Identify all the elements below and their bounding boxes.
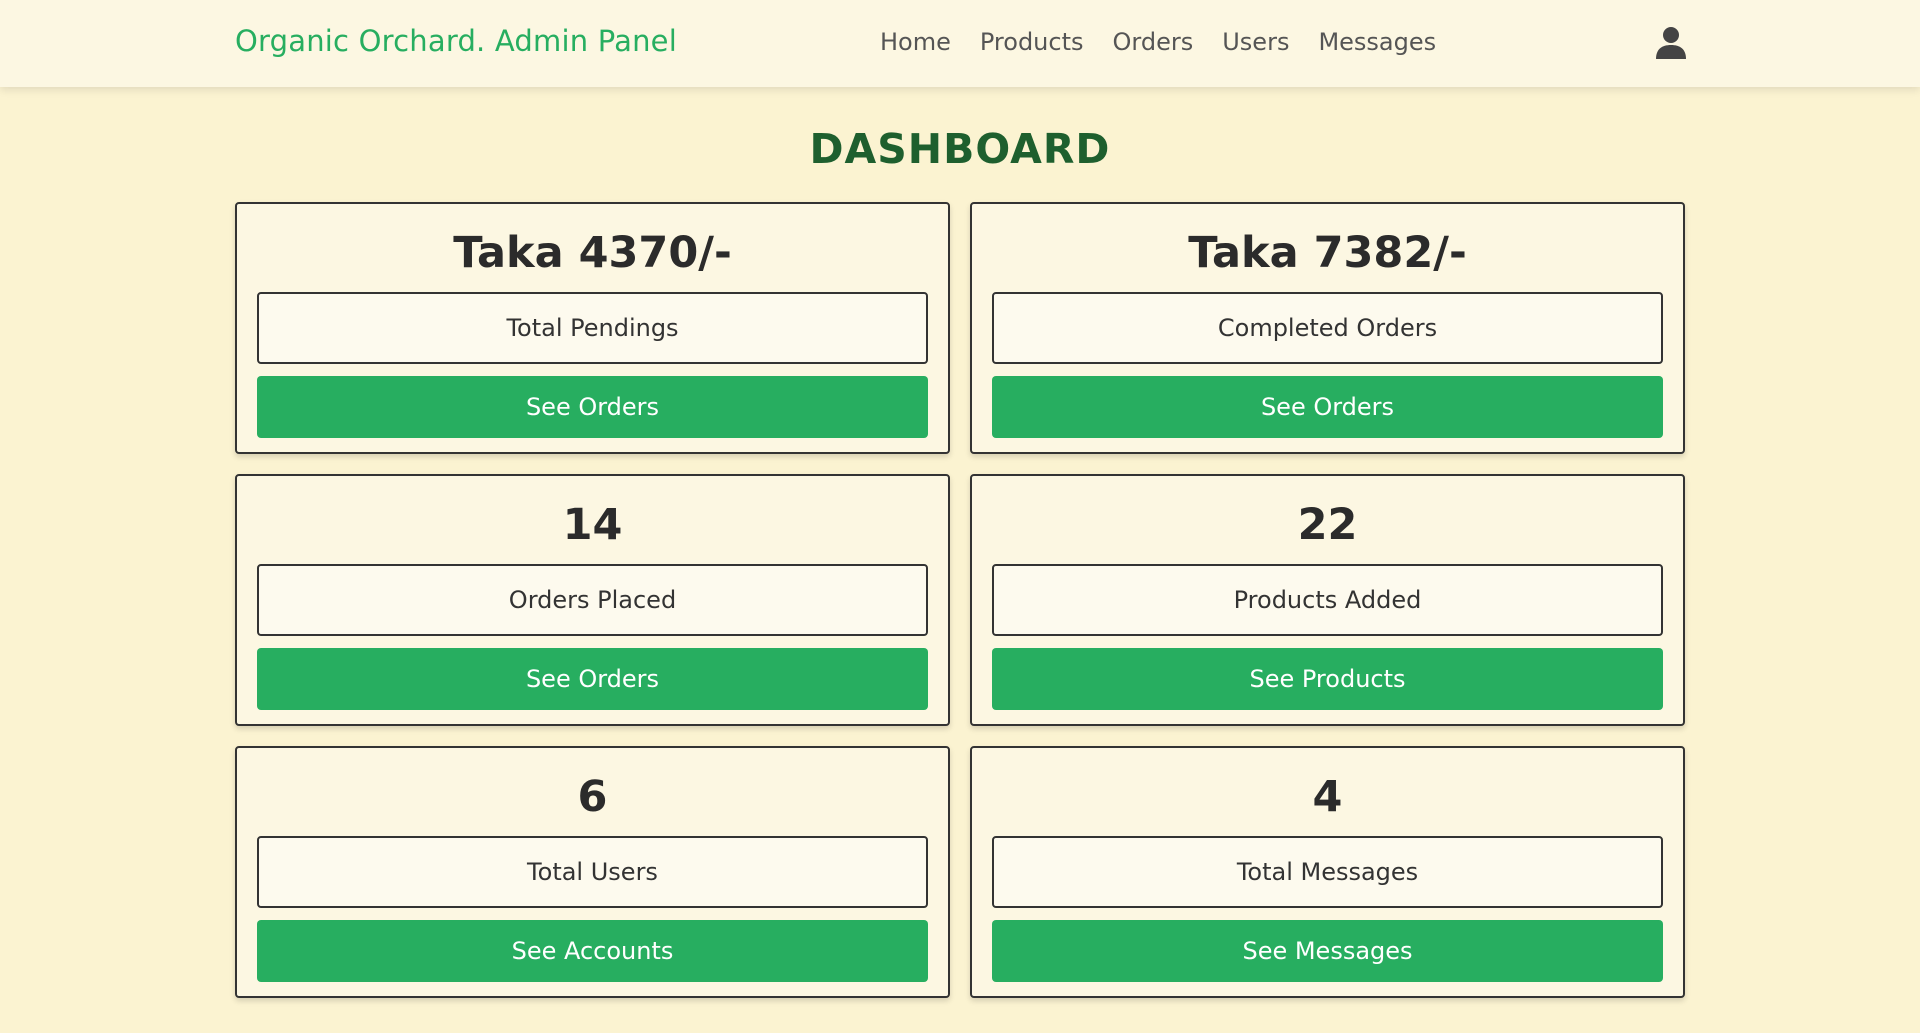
see-accounts-button[interactable]: See Accounts [257,920,928,982]
card-label: Total Pendings [257,292,928,364]
card-label: Orders Placed [257,564,928,636]
nav-users[interactable]: Users [1222,28,1289,56]
dashboard-grid: Taka 4370/- Total Pendings See Orders Ta… [235,202,1685,998]
see-messages-button[interactable]: See Messages [992,920,1663,982]
card-completed-orders: Taka 7382/- Completed Orders See Orders [970,202,1685,454]
card-label: Total Users [257,836,928,908]
card-value: 4 [1312,772,1343,822]
user-icon[interactable] [1655,26,1687,60]
nav-products[interactable]: Products [980,28,1084,56]
nav-messages[interactable]: Messages [1318,28,1436,56]
brand-title[interactable]: Organic Orchard. Admin Panel [235,24,677,58]
card-orders-placed: 14 Orders Placed See Orders [235,474,950,726]
see-orders-button[interactable]: See Orders [257,648,928,710]
card-value: 14 [562,500,623,550]
card-value: Taka 7382/- [1188,228,1467,278]
main-nav: Home Products Orders Users Messages [880,28,1436,56]
card-value: Taka 4370/- [453,228,732,278]
card-label: Completed Orders [992,292,1663,364]
card-total-messages: 4 Total Messages See Messages [970,746,1685,998]
card-value: 22 [1297,500,1358,550]
see-products-button[interactable]: See Products [992,648,1663,710]
card-products-added: 22 Products Added See Products [970,474,1685,726]
card-total-pendings: Taka 4370/- Total Pendings See Orders [235,202,950,454]
card-total-users: 6 Total Users See Accounts [235,746,950,998]
nav-orders[interactable]: Orders [1113,28,1194,56]
see-orders-button[interactable]: See Orders [992,376,1663,438]
nav-home[interactable]: Home [880,28,951,56]
card-label: Total Messages [992,836,1663,908]
header: Organic Orchard. Admin Panel Home Produc… [0,0,1920,87]
page-title: DASHBOARD [809,125,1111,173]
card-value: 6 [577,772,608,822]
card-label: Products Added [992,564,1663,636]
see-orders-button[interactable]: See Orders [257,376,928,438]
